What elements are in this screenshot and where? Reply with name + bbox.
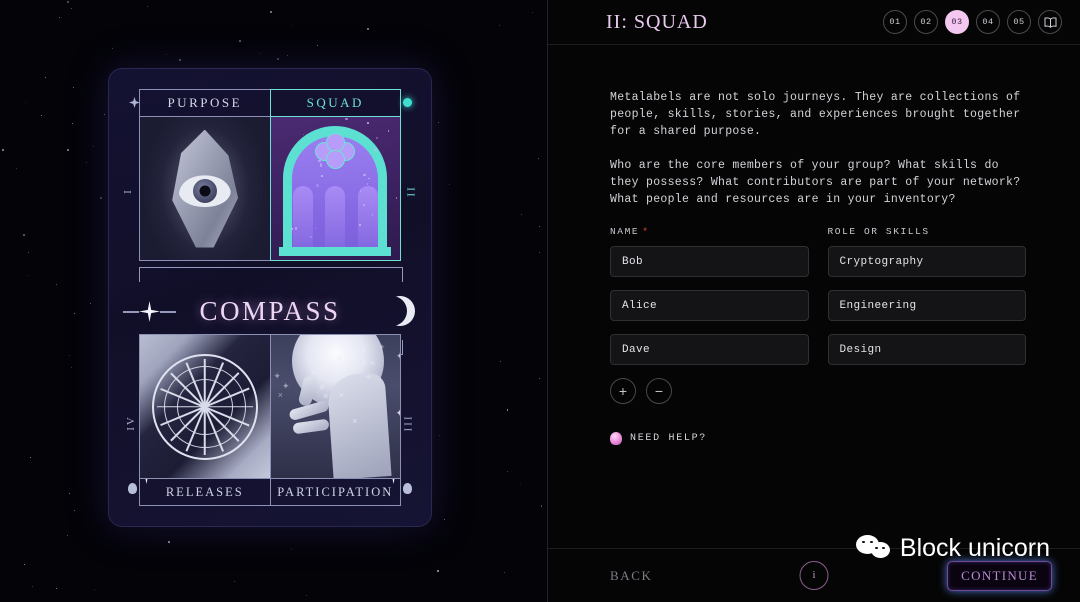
name-input-3[interactable]: Dave (610, 334, 809, 365)
card-top-row: PURPOSE SQUAD (139, 89, 401, 261)
card-quadrant-participation[interactable]: ××✦×✦×✦×✦✦✦×××✦×✦✦✦×✦✦✦×✦× PARTICIPATION (269, 334, 401, 506)
compass-tarot-card[interactable]: PURPOSE SQUAD I II IV III COMPASS RELEAS… (108, 68, 432, 527)
required-asterisk: * (642, 226, 650, 237)
name-header-label: NAME (610, 226, 640, 237)
eye-crystal-icon (140, 116, 270, 260)
quadrant-label-releases: RELEASES (165, 484, 244, 499)
need-help-link[interactable]: NEED HELP? (610, 432, 1026, 445)
add-row-button[interactable]: + (610, 378, 636, 404)
wheel-mandala-icon (140, 335, 270, 479)
name-input-2[interactable]: Alice (610, 290, 809, 321)
step-05[interactable]: 05 (1007, 10, 1031, 34)
pebble-marker-icon (403, 483, 412, 494)
page-title: II: SQUAD (606, 10, 708, 33)
squad-members-form: NAME * Bob Alice Dave + − ROLE OR SKILLS … (610, 226, 1026, 404)
step-indicator: 01 02 03 04 05 (883, 10, 1062, 34)
crescent-moon-icon (385, 296, 415, 326)
role-input-3[interactable]: Design (827, 334, 1026, 365)
step-02[interactable]: 02 (914, 10, 938, 34)
card-quadrant-squad[interactable]: SQUAD (269, 89, 401, 261)
quadrant-numeral-iii: III (402, 414, 415, 432)
info-button[interactable]: i (799, 561, 829, 590)
role-column-header: ROLE OR SKILLS (827, 226, 930, 237)
card-bottom-row: RELEASES ××✦×✦×✦×✦✦✦×××✦×✦✦✦×✦✦✦×✦× (139, 334, 401, 506)
app-screen: PURPOSE SQUAD I II IV III COMPASS RELEAS… (0, 0, 1080, 602)
role-input-1[interactable]: Cryptography (827, 246, 1026, 277)
row-controls: + − (610, 378, 809, 404)
form-pane: II: SQUAD 01 02 03 04 05 Metalabels are … (547, 0, 1080, 602)
role-input-2[interactable]: Engineering (827, 290, 1026, 321)
pane-header: II: SQUAD 01 02 03 04 05 (548, 0, 1080, 45)
quadrant-numeral-ii: II (405, 185, 418, 197)
quadrant-numeral-i: I (121, 188, 134, 194)
back-button[interactable]: BACK (610, 568, 653, 584)
quadrant-label-purpose: PURPOSE (167, 95, 243, 110)
compass-star-icon (139, 301, 160, 322)
book-icon[interactable] (1038, 10, 1062, 34)
role-column: ROLE OR SKILLS Cryptography Engineering … (827, 226, 1026, 404)
watermark-text: Block unicorn (899, 534, 1050, 562)
wechat-icon (855, 534, 890, 563)
hand-moon-icon: ××✦×✦×✦×✦✦✦×××✦×✦✦✦×✦✦✦×✦× (270, 335, 400, 479)
watermark: Block unicorn (855, 534, 1050, 563)
card-quadrant-purpose[interactable]: PURPOSE (139, 89, 271, 261)
quadrant-numeral-iv: IV (124, 415, 137, 431)
continue-button[interactable]: CONTINUE (947, 560, 1052, 591)
need-help-label: NEED HELP? (630, 433, 708, 444)
step-04[interactable]: 04 (976, 10, 1000, 34)
intro-paragraph-2: Who are the core members of your group? … (610, 159, 1021, 206)
pane-body: Metalabels are not solo journeys. They a… (548, 45, 1080, 548)
step-01[interactable]: 01 (883, 10, 907, 34)
step-03[interactable]: 03 (945, 10, 969, 34)
name-input-1[interactable]: Bob (610, 246, 809, 277)
crystal-ball-icon (610, 432, 622, 445)
card-title: COMPASS (199, 295, 341, 326)
name-column: NAME * Bob Alice Dave + − (610, 226, 809, 404)
quadrant-label-participation: PARTICIPATION (277, 484, 394, 499)
cathedral-window-icon (270, 116, 400, 260)
teal-dot-icon (403, 98, 412, 107)
intro-paragraph-1: Metalabels are not solo journeys. They a… (610, 91, 1021, 138)
pebble-marker-icon (128, 483, 137, 494)
card-quadrant-releases[interactable]: RELEASES (139, 334, 271, 506)
quadrant-label-squad: SQUAD (306, 95, 364, 110)
card-preview-pane: PURPOSE SQUAD I II IV III COMPASS RELEAS… (0, 0, 547, 602)
remove-row-button[interactable]: − (646, 378, 672, 404)
name-column-header: NAME * (610, 226, 809, 237)
